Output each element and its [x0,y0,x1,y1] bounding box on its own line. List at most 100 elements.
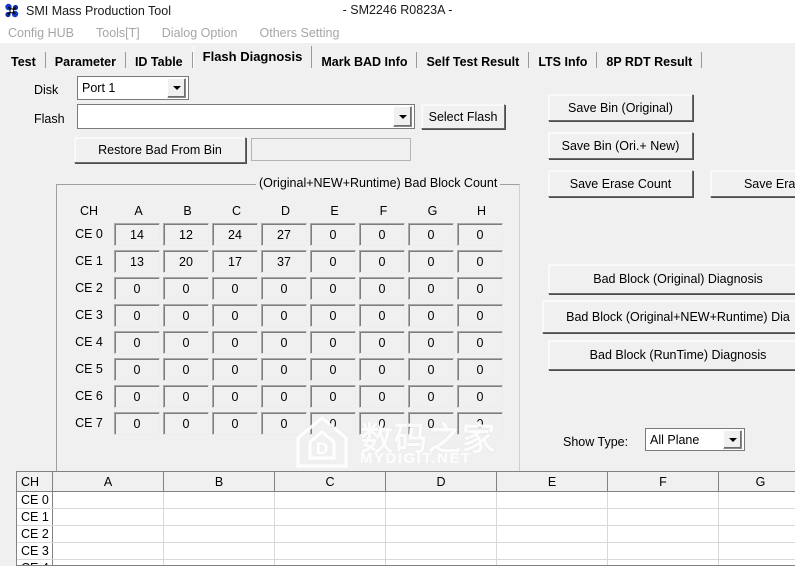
bad-block-cell-ce5-d: 0 [261,358,307,381]
bottom-grid-cell[interactable] [719,560,795,565]
table-row[interactable]: CE 4 [17,560,795,565]
bottom-grid-cell[interactable] [53,526,164,542]
bad-block-cell-ce0-f: 0 [359,223,405,246]
bottom-grid-header-d[interactable]: D [386,472,497,491]
bottom-grid-cell[interactable] [497,560,608,565]
tab-self-test-result[interactable]: Self Test Result [417,52,530,69]
bad-block-runtime-diagnosis-button[interactable]: Bad Block (RunTime) Diagnosis [548,340,795,370]
bad-block-cell-ce0-d: 27 [261,223,307,246]
bad-block-original-new-runtime-diagnosis-button[interactable]: Bad Block (Original+NEW+Runtime) Dia [542,300,795,333]
bad-block-cell-ce6-h: 0 [457,385,503,408]
bottom-grid-cell[interactable] [386,543,497,559]
bottom-grid-header-f[interactable]: F [608,472,719,491]
bottom-grid-cell[interactable] [608,526,719,542]
bad-block-cell-ce4-b: 0 [163,331,209,354]
bad-block-cell-ce5-h: 0 [457,358,503,381]
tab-id-table[interactable]: ID Table [125,52,193,69]
bottom-grid-header-a[interactable]: A [53,472,164,491]
bad-block-cell-ce7-b: 0 [163,412,209,435]
bottom-grid-header-ch[interactable]: CH [17,472,53,491]
bottom-grid-cell[interactable] [608,509,719,525]
tab-test[interactable]: Test [2,52,46,69]
bottom-grid-header-c[interactable]: C [275,472,386,491]
menu-item-dialog-option[interactable]: Dialog Option [160,26,240,40]
bad-block-cell-ce3-a: 0 [114,304,160,327]
bottom-grid-cell[interactable] [164,492,275,508]
flash-select[interactable] [77,104,415,129]
bottom-grid-cell[interactable] [53,509,164,525]
bottom-grid-cell[interactable] [497,509,608,525]
table-row[interactable]: CE 3 [17,543,795,560]
tab-strip: Test Parameter ID Table Flash Diagnosis … [0,43,795,69]
disk-select[interactable]: Port 1 [77,76,189,100]
bottom-grid-cell[interactable] [53,543,164,559]
bad-block-cell-ce2-g: 0 [408,277,454,300]
tab-lts-info[interactable]: LTS Info [529,52,598,69]
bottom-grid-cell[interactable] [608,560,719,565]
bottom-grid-cell[interactable] [386,509,497,525]
bottom-grid-cell[interactable] [164,543,275,559]
bottom-grid-cell[interactable] [386,526,497,542]
bottom-grid-cell[interactable] [497,492,608,508]
select-flash-button[interactable]: Select Flash [421,104,505,129]
tab-parameter[interactable]: Parameter [45,52,126,69]
save-bin-ori-new-button[interactable]: Save Bin (Ori.+ New) [548,132,693,159]
bottom-grid-cell[interactable] [275,509,386,525]
bottom-grid-cell[interactable] [497,526,608,542]
restore-bad-from-bin-button[interactable]: Restore Bad From Bin [74,137,246,163]
save-erase-count-button[interactable]: Save Erase Count [548,170,693,197]
chevron-down-icon[interactable] [723,430,742,449]
show-type-select[interactable]: All Plane [645,428,745,451]
restore-path-field[interactable] [251,138,411,161]
chevron-down-icon[interactable] [167,78,186,98]
bad-block-cell-ce0-a: 14 [114,223,160,246]
bottom-grid-cell[interactable] [608,492,719,508]
bottom-grid-cell[interactable] [164,560,275,565]
bad-block-cell-ce7-g: 0 [408,412,454,435]
bad-block-cell-ce7-h: 0 [457,412,503,435]
bad-block-cell-ce7-d: 0 [261,412,307,435]
bad-block-col-header-c: C [231,204,242,218]
bottom-grid-cell[interactable] [497,543,608,559]
table-row[interactable]: CE 1 [17,509,795,526]
table-row[interactable]: CE 0 [17,492,795,509]
title-bar: SMI Mass Production Tool - SM2246 R0823A… [0,0,795,22]
menu-item-tools[interactable]: Tools[T] [94,26,142,40]
bad-block-cell-ce5-c: 0 [212,358,258,381]
save-erase-count-2-button[interactable]: Save Erase C [710,170,795,197]
save-bin-original-button[interactable]: Save Bin (Original) [548,94,693,121]
bottom-grid-header-e[interactable]: E [497,472,608,491]
bad-block-cell-ce4-d: 0 [261,331,307,354]
chevron-down-icon[interactable] [393,106,412,127]
bottom-grid-cell[interactable] [719,543,795,559]
menu-item-others-setting[interactable]: Others Setting [258,26,342,40]
bad-block-original-diagnosis-button[interactable]: Bad Block (Original) Diagnosis [548,264,795,294]
bottom-grid-cell[interactable] [275,492,386,508]
table-row[interactable]: CE 2 [17,526,795,543]
tab-flash-diagnosis[interactable]: Flash Diagnosis [192,46,313,68]
bottom-data-grid[interactable]: CHABCDEFG CE 0CE 1CE 2CE 3CE 4 [16,471,795,566]
bottom-grid-cell[interactable] [53,492,164,508]
bottom-grid-cell[interactable] [719,509,795,525]
bottom-grid-cell[interactable] [164,509,275,525]
bottom-grid-cell[interactable] [164,526,275,542]
bad-block-cell-ce0-e: 0 [310,223,356,246]
bottom-grid-cell[interactable] [275,560,386,565]
menu-item-config-hub[interactable]: Config HUB [6,26,76,40]
bottom-grid-cell[interactable] [53,560,164,565]
bottom-grid-cell[interactable] [275,526,386,542]
tab-8p-rdt-result[interactable]: 8P RDT Result [597,52,703,69]
bottom-grid-cell[interactable] [386,492,497,508]
bad-block-cell-ce2-h: 0 [457,277,503,300]
bottom-grid-cell[interactable] [719,492,795,508]
bottom-grid-header-g[interactable]: G [719,472,795,491]
bad-block-cell-ce3-b: 0 [163,304,209,327]
bottom-grid-cell[interactable] [386,560,497,565]
tab-mark-bad-info[interactable]: Mark BAD Info [312,52,418,69]
bottom-grid-cell[interactable] [608,543,719,559]
bottom-grid-header-b[interactable]: B [164,472,275,491]
bad-block-row-header-ce-3: CE 3 [75,308,103,322]
bad-block-cell-ce3-e: 0 [310,304,356,327]
bottom-grid-cell[interactable] [275,543,386,559]
bottom-grid-cell[interactable] [719,526,795,542]
